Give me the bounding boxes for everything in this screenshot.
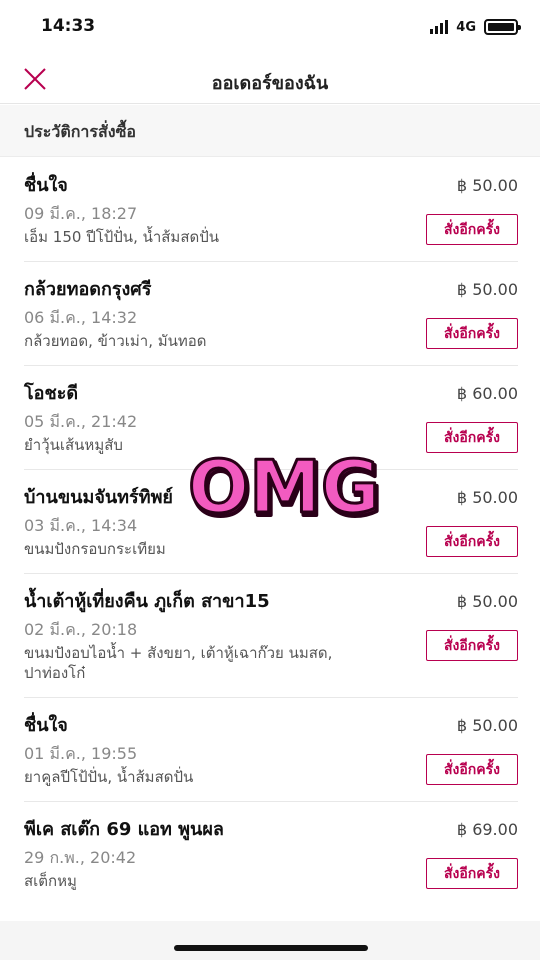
reorder-button[interactable]: สั่งอีกครั้ง [426, 526, 518, 557]
order-history-header: ประวัติการสั่งซื้อ [0, 105, 540, 157]
page-title: ออเดอร์ของฉัน [211, 73, 329, 94]
section-title: ประวัติการสั่งซื้อ [24, 122, 137, 141]
reorder-button[interactable]: สั่งอีกครั้ง [426, 318, 518, 349]
reorder-button[interactable]: สั่งอีกครั้ง [426, 858, 518, 889]
reorder-button[interactable]: สั่งอีกครั้ง [426, 754, 518, 785]
restaurant-name: โอชะดี [24, 383, 79, 404]
order-items: ขนมปังอบไอน้ำ + สังขยา, เต้าหู้เฉาก๊วย น… [24, 644, 333, 682]
restaurant-name: กล้วยทอดกรุงศรี [24, 279, 152, 300]
header: ออเดอร์ของฉัน [0, 56, 540, 104]
status-bar: 14:33 4G [0, 0, 540, 56]
order-item[interactable]: กล้วยทอดกรุงศรี 06 มี.ค., 14:32 กล้วยทอด… [0, 261, 540, 365]
order-item[interactable]: ชื่นใจ 09 มี.ค., 18:27 เอ็ม 150 ปีโป้ปั่… [0, 157, 540, 261]
signal-icon [430, 20, 449, 34]
status-time: 14:33 [41, 16, 96, 36]
order-price: ฿ 50.00 [456, 592, 518, 611]
order-item[interactable]: ชื่นใจ 01 มี.ค., 19:55 ยาคูลปีโป้ปั่น, น… [0, 697, 540, 801]
order-price: ฿ 50.00 [456, 176, 518, 195]
reorder-button[interactable]: สั่งอีกครั้ง [426, 422, 518, 453]
sticker-text: OMG [188, 445, 380, 528]
restaurant-name: ชื่นใจ [24, 175, 68, 196]
order-list[interactable]: ชื่นใจ 09 มี.ค., 18:27 เอ็ม 150 ปีโป้ปั่… [0, 157, 540, 921]
restaurant-name: พีเค สเต๊ก 69 แอท พูนผล [24, 819, 224, 840]
order-price: ฿ 69.00 [456, 820, 518, 839]
home-indicator-area [0, 921, 540, 960]
order-price: ฿ 50.00 [456, 488, 518, 507]
order-price: ฿ 60.00 [456, 384, 518, 403]
restaurant-name: น้ำเต้าหู้เที่ยงคืน ภูเก็ต สาขา15 [24, 591, 270, 612]
order-items: ยาคูลปีโป้ปั่น, น้ำส้มสดปั่น [24, 768, 194, 786]
order-items: กล้วยทอด, ข้าวเม่า, มันทอด [24, 332, 207, 350]
order-items: สเต็กหมู [24, 872, 77, 890]
order-item[interactable]: น้ำเต้าหู้เที่ยงคืน ภูเก็ต สาขา15 02 มี.… [0, 573, 540, 697]
network-label: 4G [456, 19, 476, 35]
home-indicator[interactable] [174, 945, 368, 951]
order-items: ขนมปังกรอบกระเทียม [24, 540, 166, 558]
reorder-button[interactable]: สั่งอีกครั้ง [426, 214, 518, 245]
battery-icon [484, 19, 521, 35]
order-item[interactable]: พีเค สเต๊ก 69 แอท พูนผล 29 ก.พ., 20:42 ส… [0, 801, 540, 905]
order-price: ฿ 50.00 [456, 280, 518, 299]
order-price: ฿ 50.00 [456, 716, 518, 735]
status-indicators: 4G [430, 19, 521, 35]
omg-sticker: OMG OMG [187, 444, 382, 529]
order-items: เอ็ม 150 ปีโป้ปั่น, น้ำส้มสดปั่น [24, 228, 219, 246]
reorder-button[interactable]: สั่งอีกครั้ง [426, 630, 518, 661]
restaurant-name: ชื่นใจ [24, 715, 68, 736]
